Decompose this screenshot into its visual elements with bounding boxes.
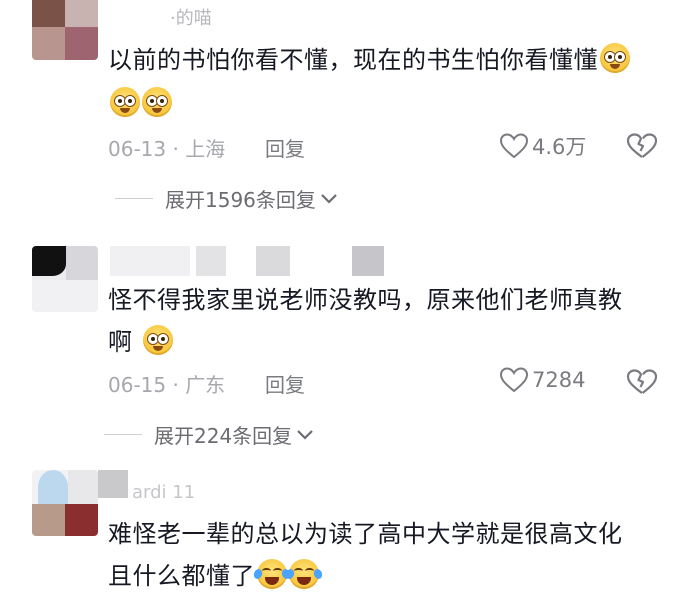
comment-text-line: 怪不得我家里说老师没教吗，原来他们老师真教: [108, 286, 623, 314]
comment-text-line2: 啊: [108, 320, 668, 364]
comment-text-line: 啊: [108, 328, 133, 356]
like-button[interactable]: 4.6万: [500, 131, 586, 161]
like-count: 7284: [532, 368, 586, 392]
divider-line: [104, 434, 142, 435]
expand-replies[interactable]: 展开224条回复: [104, 420, 314, 449]
like-button[interactable]: 7284: [500, 367, 585, 393]
username[interactable]: ardi 11: [132, 482, 195, 504]
amazed-emoji: [142, 325, 173, 355]
chevron-down-icon: [321, 193, 337, 204]
comment-text: 怪不得我家里说老师没教吗，原来他们老师真教: [108, 278, 668, 322]
comment-text-line: 难怪老一辈的总以为读了高中大学就是很高文化: [108, 520, 623, 548]
comment-text-line: 以前的书怕你看不懂，现在的书生怕你看懂懂: [108, 46, 598, 74]
avatar[interactable]: [32, 246, 98, 312]
broken-heart-icon: [626, 369, 658, 394]
comment-text-line: 且什么都懂了: [108, 562, 255, 590]
amazed-emoji: [142, 87, 172, 117]
dislike-button[interactable]: [626, 368, 658, 400]
comment-text: 以前的书怕你看不懂，现在的书生怕你看懂懂: [108, 38, 668, 82]
avatar[interactable]: [32, 0, 98, 60]
date-location: 06-15 · 广东: [108, 373, 226, 397]
comment-text-line2: [108, 82, 668, 126]
expand-replies[interactable]: 展开1596条回复: [115, 184, 338, 213]
date-location: 06-13 · 上海: [108, 137, 226, 161]
laughing-tears-emoji: [284, 559, 324, 589]
amazed-emoji: [600, 43, 630, 73]
reply-button[interactable]: 回复: [265, 369, 305, 398]
chevron-down-icon: [297, 429, 313, 440]
username[interactable]: ·的喵: [170, 4, 212, 26]
like-count: 4.6万: [532, 135, 587, 159]
amazed-emoji: [110, 87, 140, 117]
expand-replies-label: 展开224条回复: [154, 424, 293, 448]
avatar[interactable]: [32, 470, 98, 536]
heart-icon: [500, 133, 528, 159]
laughing-tears-emoji: [252, 559, 292, 589]
expand-replies-label: 展开1596条回复: [165, 188, 316, 212]
broken-heart-icon: [626, 133, 658, 158]
comment-text: 难怪老一辈的总以为读了高中大学就是很高文化: [108, 512, 668, 556]
divider-line: [115, 198, 153, 199]
dislike-button[interactable]: [626, 132, 658, 164]
comment-text-line2: 且什么都懂了: [108, 554, 668, 598]
heart-icon: [500, 367, 528, 393]
reply-button[interactable]: 回复: [265, 133, 305, 162]
